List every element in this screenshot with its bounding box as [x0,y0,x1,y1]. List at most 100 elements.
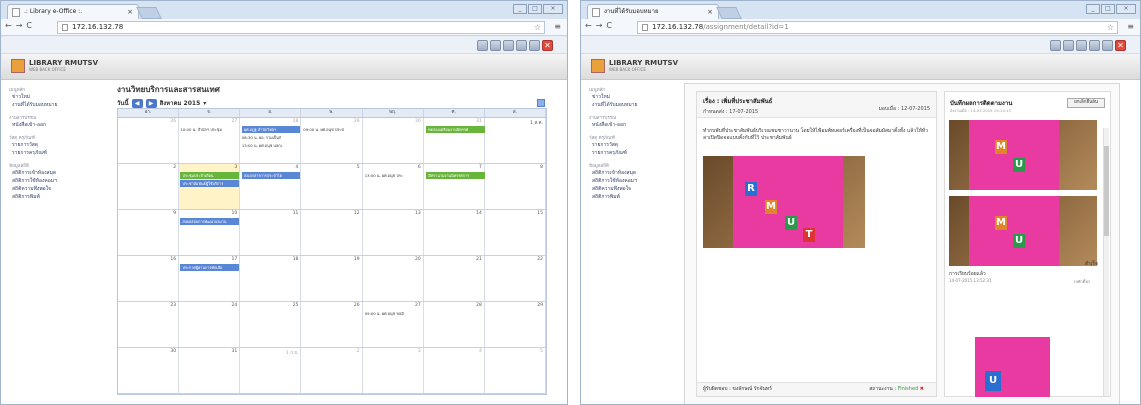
calendar-day[interactable]: 31 [179,348,241,393]
cancel-confirm-button[interactable]: ยกเลิกยืนยัน [1067,98,1105,108]
url-field[interactable]: 172.16.132.78/assignment/detail?id=1 ☆ [637,21,1118,34]
calendar-day[interactable]: 25 [240,302,302,347]
calendar-day[interactable]: 2 [301,348,363,393]
progress-photo[interactable]: MU [949,120,1097,190]
calendar-event[interactable]: 09:00 น. ผศ.อนุช ขอมิ [365,310,423,317]
new-tab-button[interactable] [136,7,162,19]
calendar-day[interactable]: 30 [118,348,180,393]
toolbar-button[interactable] [490,40,501,51]
calendar-event[interactable]: 08:30 น. ผอ. รวมเป็นกั [242,134,300,141]
sidebar-item[interactable]: สถิติการใช้ห้องคอมฯ [9,177,89,185]
calendar-day[interactable]: 8 [485,164,546,209]
sidebar-item[interactable]: สถิติการพิมพ์ [9,193,89,201]
calendar-event[interactable]: ส่งเอกสารการประจำไต [241,172,301,179]
browser-tab[interactable]: งานที่ได้รับมอบหมาย × [587,4,719,19]
calendar-day[interactable]: 22 [485,256,546,301]
browser-menu-icon[interactable]: ≡ [1127,22,1134,31]
url-field[interactable]: 172.16.132.78 ☆ [57,21,545,34]
calendar-day[interactable]: 28 [424,302,485,347]
toolbar-button[interactable] [1089,40,1100,51]
calendar-event[interactable]: 13:00 น. ผศ.อนุช แลกเ [242,142,300,149]
prev-month-button[interactable]: ◀ [131,98,143,108]
minimize-icon[interactable]: _ [1086,4,1100,14]
sidebar-item[interactable]: ข่าวใหม่ [589,93,669,101]
sidebar-item[interactable]: หนังสือเข้า-ออก [9,121,89,129]
calendar-day[interactable]: 26 [301,302,363,347]
minimize-icon[interactable]: _ [513,4,527,14]
calendar-event[interactable]: 13:00 น. ผศ.อนุช ประ [365,172,423,179]
toolbar-button[interactable] [529,40,540,51]
collapse-button[interactable] [537,99,545,107]
sidebar-item[interactable]: รายการครุภัณฑ์ [9,149,89,157]
calendar-day[interactable]: 23 [118,302,180,347]
month-dropdown-icon[interactable]: ▾ [203,100,206,107]
calendar-day[interactable]: 4 [424,348,485,393]
sidebar-item[interactable]: งานที่ได้รับมอบหมาย [9,101,89,109]
calendar-day[interactable]: 5 [485,348,546,393]
calendar-day[interactable]: 5 [301,164,363,209]
forward-icon[interactable]: → [16,21,27,30]
forward-icon[interactable]: → [596,21,607,30]
toolbar-button[interactable] [503,40,514,51]
maximize-icon[interactable]: □ [528,4,542,14]
calendar-day[interactable]: 19 [301,256,363,301]
calendar-day[interactable]: 2 [118,164,180,209]
calendar-event[interactable]: มีทรานามงานนิทรรศการ [426,172,485,179]
calendar-day[interactable]: 12 [301,210,363,255]
sidebar-item[interactable]: สถิติความพึงพอใจ [9,185,89,193]
calendar-day[interactable]: 16 [118,256,180,301]
sidebar-item[interactable]: รายการวัสดุ [589,141,669,149]
calendar-day[interactable]: 11 [240,210,302,255]
progress-photo[interactable]: U [975,337,1050,397]
close-tab-icon[interactable]: × [707,5,713,19]
calendar-day[interactable]: 21 [424,256,485,301]
sidebar-item[interactable]: รายการวัสดุ [9,141,89,149]
calendar-day[interactable]: 30 [363,118,424,163]
toolbar-button[interactable] [516,40,527,51]
sidebar-item[interactable]: สถิติการใช้ห้องคอมฯ [589,177,669,185]
calendar-day[interactable]: 6 [363,164,424,209]
bookmark-star-icon[interactable]: ☆ [534,22,541,33]
back-icon[interactable]: ← [5,21,16,30]
calendar-day[interactable]: 14 [424,210,485,255]
calendar-day[interactable]: 9 [118,210,180,255]
calendar-day[interactable]: 31 [424,118,485,163]
calendar-day[interactable]: 7 [424,164,485,209]
calendar-event[interactable]: ประกาศผู้ผ่านการคัดเลือ [180,264,239,271]
sidebar-item[interactable]: รายการครุภัณฑ์ [589,149,669,157]
browser-tab[interactable]: .: Library e-Office :. × [7,4,139,19]
calendar-day[interactable]: 27 [179,118,241,163]
calendar-day[interactable]: 17 [179,256,241,301]
sidebar-item[interactable]: สถิติการเข้าห้องสมุด [9,169,89,177]
bookmark-star-icon[interactable]: ☆ [1107,22,1114,33]
calendar-day[interactable]: 13 [363,210,424,255]
close-icon[interactable]: ✕ [542,40,553,51]
progress-photo[interactable]: MU [949,196,1097,266]
calendar-day[interactable]: 4 [240,164,302,209]
calendar-day[interactable]: 26 [118,118,180,163]
calendar-event[interactable]: ทดลองเตรียมงานนิทรรศ [426,126,485,133]
calendar-day[interactable]: 18 [240,256,302,301]
close-window-icon[interactable]: × [543,4,563,14]
calendar-day[interactable]: 29 [485,302,546,347]
calendar-day[interactable]: 1 ก.ย. [240,348,302,393]
toolbar-button[interactable] [1050,40,1061,51]
sidebar-item[interactable]: งานที่ได้รับมอบหมาย [589,101,669,109]
sidebar-item[interactable]: หนังสือเข้า-ออก [589,121,669,129]
toolbar-button[interactable] [1063,40,1074,51]
new-tab-button[interactable] [716,7,742,19]
reload-icon[interactable]: C [26,21,36,30]
sidebar-item[interactable]: สถิติการเข้าห้องสมุด [589,169,669,177]
calendar-day[interactable]: 29 [301,118,363,163]
calendar-day[interactable]: 27 [363,302,424,347]
toolbar-button[interactable] [1102,40,1113,51]
today-button[interactable]: วันนี้ [117,98,129,108]
back-icon[interactable]: ← [585,21,596,30]
sidebar-item[interactable]: สถิติการพิมพ์ [589,193,669,201]
sidebar-item[interactable]: ข่าวใหม่ [9,93,89,101]
close-tab-icon[interactable]: × [127,5,133,19]
calendar-day[interactable]: 20 [363,256,424,301]
calendar-day[interactable]: 1 ส.ค. [485,118,546,163]
next-month-button[interactable]: ▶ [145,98,157,108]
maximize-icon[interactable]: □ [1101,4,1115,14]
